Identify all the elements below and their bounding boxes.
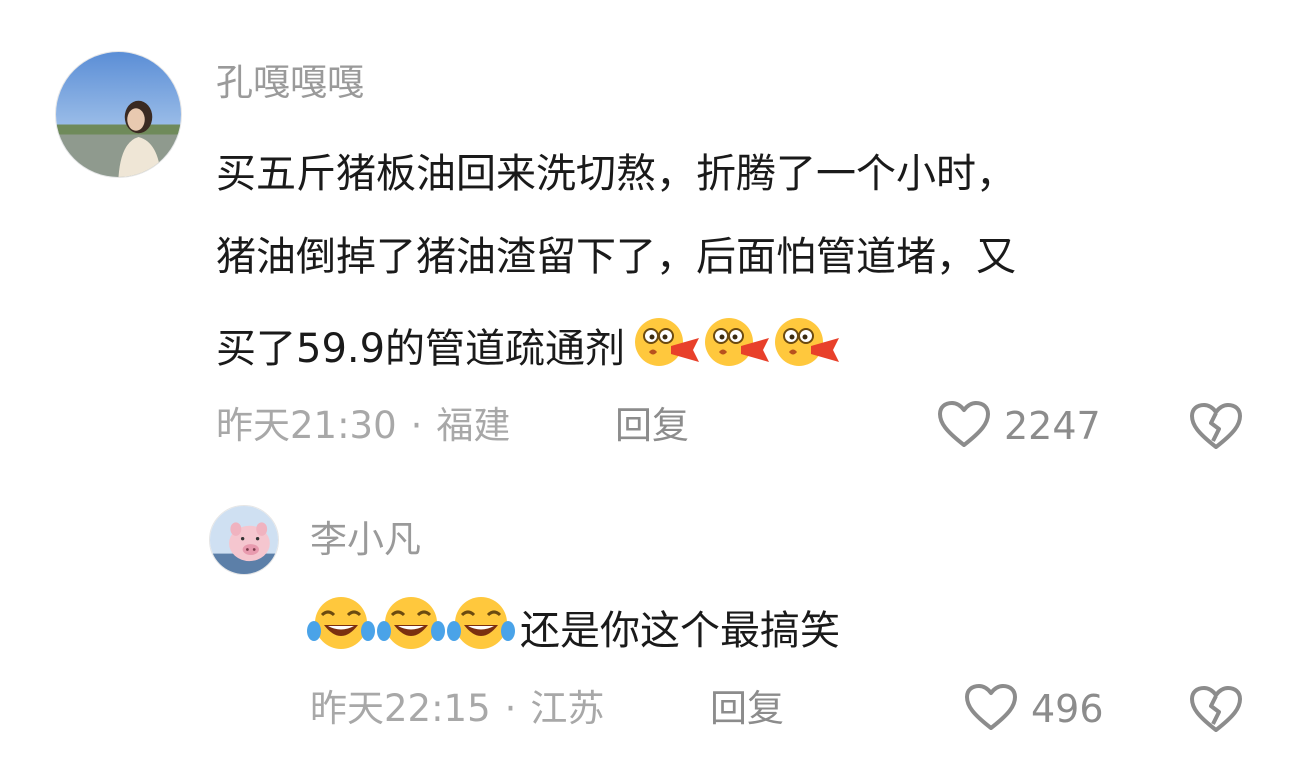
broken-heart-icon [1188, 403, 1244, 455]
comment-meta: 昨天22:15 · 江苏 [310, 685, 604, 733]
dislike-button[interactable] [1188, 401, 1244, 455]
comment-text: 买了59.9的管道疏通剂 [216, 325, 626, 372]
drooling-face-emoji [701, 316, 771, 381]
comment-location: 江苏 [530, 687, 605, 730]
comment-time: 昨天21:30 [216, 404, 397, 447]
drooling-face-emoji [631, 316, 701, 381]
comment-time: 昨天22:15 [310, 687, 491, 730]
meta-separator: · [410, 404, 423, 447]
laughing-crying-emoji [376, 595, 446, 666]
like-button[interactable]: 496 [963, 683, 1104, 735]
comment-location: 福建 [436, 404, 511, 447]
heart-outline-icon [936, 399, 992, 453]
meta-separator: · [504, 687, 517, 730]
laughing-crying-emoji [306, 595, 376, 666]
username[interactable]: 孔嘎嘎嘎 [216, 60, 364, 106]
dislike-button[interactable] [1188, 684, 1244, 738]
reply-button[interactable]: 回复 [615, 402, 689, 450]
username[interactable]: 李小凡 [310, 517, 421, 563]
comment-text-line: 买五斤猪板油回来洗切熬，折腾了一个小时， [216, 151, 1016, 197]
drooling-face-emoji [771, 316, 841, 381]
comment-meta: 昨天21:30 · 福建 [216, 402, 510, 450]
like-count: 496 [1031, 687, 1104, 731]
avatar-photo [210, 506, 278, 574]
comment-text-line: 买了59.9的管道疏通剂 [216, 316, 841, 381]
avatar[interactable] [55, 51, 182, 178]
avatar-photo [56, 52, 181, 177]
avatar[interactable] [209, 505, 279, 575]
comment-text-line: 猪油倒掉了猪油渣留下了，后面怕管道堵，又 [216, 234, 1016, 280]
like-button[interactable]: 2247 [936, 400, 1101, 452]
comment-text: 还是你这个最搞笑 [520, 607, 840, 654]
heart-outline-icon [963, 682, 1019, 736]
reply-button[interactable]: 回复 [710, 685, 784, 733]
like-count: 2247 [1004, 404, 1101, 448]
laughing-crying-emoji [446, 595, 516, 666]
comment-text-line: 还是你这个最搞笑 [306, 595, 840, 666]
broken-heart-icon [1188, 686, 1244, 738]
